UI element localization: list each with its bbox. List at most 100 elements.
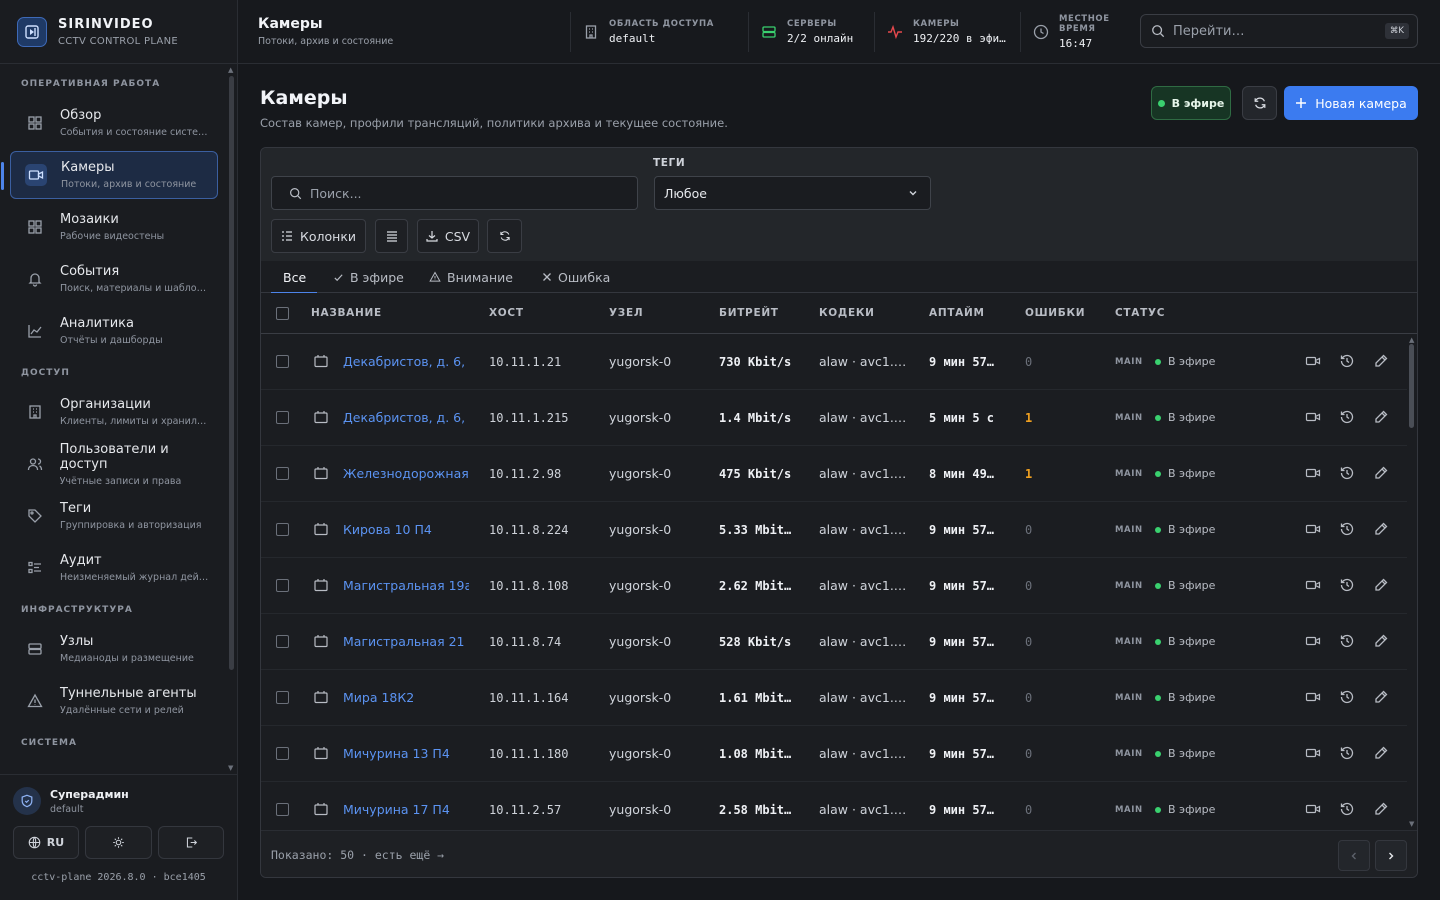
edit-icon[interactable] [1373,409,1391,427]
live-view-icon[interactable] [1305,465,1323,483]
csv-export-button[interactable]: CSV [417,219,479,253]
edit-icon[interactable] [1373,521,1391,539]
row-checkbox[interactable] [276,523,289,536]
column-host[interactable]: ХОСТ [489,293,524,333]
table-scroll-down-arrow[interactable]: ▼ [1409,820,1414,828]
table-row[interactable]: Железнодорожная 3 10.11.2.98 yugorsk-0 475 … [261,446,1407,502]
camera-name-link[interactable]: Мичурина 17 П4 [343,782,469,830]
edit-icon[interactable] [1373,353,1391,371]
sidebar-item-users[interactable]: Пользователи и доступ Учётные записи и пр… [10,440,218,488]
refresh-button[interactable] [1242,86,1277,120]
camera-name-link[interactable]: Мира 18К2 [343,670,469,726]
select-all-checkbox[interactable] [276,307,289,320]
camera-name-link[interactable]: Кирова 10 П4 [343,502,469,558]
archive-history-icon[interactable] [1339,353,1357,371]
prev-page-button[interactable] [1338,840,1370,871]
goto-search[interactable]: Перейти… ⌘K [1140,14,1418,48]
live-view-icon[interactable] [1305,633,1323,651]
live-view-icon[interactable] [1305,353,1323,371]
table-search-input[interactable]: Поиск... [271,176,638,210]
sidebar-item-analytics[interactable]: Аналитика Отчёты и дашборды [10,307,218,355]
camera-name-link[interactable]: Мичурина 13 П4 [343,726,469,782]
tags-select[interactable]: Любое [654,176,931,210]
live-view-icon[interactable] [1305,801,1323,819]
tab-error[interactable]: Ошибка [542,261,610,293]
column-node[interactable]: УЗЕЛ [609,293,643,333]
table-row[interactable]: Магистральная 19а П 10.11.8.108 yugorsk-0 2… [261,558,1407,614]
sidebar-item-audit[interactable]: Аудит Неизменяемый журнал дейс… [10,544,218,592]
density-button[interactable] [375,219,408,253]
scroll-up-arrow[interactable]: ▲ [228,66,233,74]
camera-name-link[interactable]: Декабристов, д. 6, п. [343,390,469,446]
edit-icon[interactable] [1373,745,1391,763]
archive-history-icon[interactable] [1339,745,1357,763]
row-checkbox[interactable] [276,355,289,368]
archive-history-icon[interactable] [1339,801,1357,819]
table-row[interactable]: Мира 18К2 10.11.1.164 yugorsk-0 1.61 Mbit… a… [261,670,1407,726]
sidebar-item-tags[interactable]: Теги Группировка и авторизация [10,492,218,540]
tab-live[interactable]: В эфире [333,261,404,293]
archive-history-icon[interactable] [1339,633,1357,651]
camera-name-link[interactable]: Железнодорожная 3 [343,446,469,502]
row-checkbox[interactable] [276,747,289,760]
archive-history-icon[interactable] [1339,577,1357,595]
row-checkbox[interactable] [276,411,289,424]
column-bitrate[interactable]: БИТРЕЙТ [719,293,779,333]
table-row[interactable]: Декабристов, д. 6, п. 10.11.1.21 yugorsk-0… [261,334,1407,390]
column-name[interactable]: НАЗВАНИЕ [311,293,382,333]
row-checkbox[interactable] [276,803,289,816]
column-status[interactable]: СТАТУС [1115,293,1165,333]
table-scrollbar[interactable] [1409,344,1414,428]
camera-name-link[interactable]: Магистральная 19а П [343,558,469,614]
scroll-down-arrow[interactable]: ▼ [228,764,233,772]
column-uptime[interactable]: АПТАЙМ [929,293,985,333]
camera-name-link[interactable]: Магистральная 21 п [343,614,469,670]
column-codecs[interactable]: КОДЕКИ [819,293,875,333]
tab-all[interactable]: Все [283,261,306,293]
stat-access-scope[interactable]: ОБЛАСТЬ ДОСТУПА default [570,12,748,52]
camera-name-link[interactable]: Декабристов, д. 6, п. [343,334,469,390]
sidebar-item-tunnel-agents[interactable]: Туннельные агенты Удалённые сети и релей [10,677,218,725]
edit-icon[interactable] [1373,801,1391,819]
archive-history-icon[interactable] [1339,521,1357,539]
table-scroll-up-arrow[interactable]: ▲ [1409,336,1414,344]
live-filter-button[interactable]: В эфире [1151,86,1231,120]
live-view-icon[interactable] [1305,745,1323,763]
archive-history-icon[interactable] [1339,409,1357,427]
sidebar-item-overview[interactable]: Обзор События и состояние системы [10,99,218,147]
sidebar-scrollbar[interactable] [229,76,234,670]
row-checkbox[interactable] [276,635,289,648]
columns-button[interactable]: Колонки [271,219,366,253]
next-page-button[interactable] [1375,840,1407,871]
tab-attention[interactable]: Внимание [429,261,513,293]
edit-icon[interactable] [1373,465,1391,483]
table-row[interactable]: Мичурина 13 П4 10.11.1.180 yugorsk-0 1.08 M… [261,726,1407,782]
table-row[interactable]: Кирова 10 П4 10.11.8.224 yugorsk-0 5.33 Mbi… [261,502,1407,558]
archive-history-icon[interactable] [1339,465,1357,483]
table-row[interactable]: Декабристов, д. 6, п. 10.11.1.215 yugorsk-… [261,390,1407,446]
live-view-icon[interactable] [1305,577,1323,595]
stat-cameras[interactable]: КАМЕРЫ 192/220 в эфи… [874,12,1020,52]
sidebar-item-nodes[interactable]: Узлы Медианоды и размещение [10,625,218,673]
edit-icon[interactable] [1373,577,1391,595]
column-errors[interactable]: ОШИБКИ [1025,293,1085,333]
row-checkbox[interactable] [276,579,289,592]
table-row[interactable]: Мичурина 17 П4 10.11.2.57 yugorsk-0 2.58 Mb… [261,782,1407,830]
edit-icon[interactable] [1373,689,1391,707]
row-checkbox[interactable] [276,467,289,480]
live-view-icon[interactable] [1305,521,1323,539]
user-card[interactable]: Суперадмин default [0,775,237,815]
sidebar-item-events[interactable]: События Поиск, материалы и шаблоны [10,255,218,303]
stat-servers[interactable]: СЕРВЕРЫ 2/2 онлайн [748,12,874,52]
sidebar-item-cameras[interactable]: Камеры Потоки, архив и состояние [1,151,218,199]
language-button[interactable]: RU [13,826,79,859]
live-view-icon[interactable] [1305,689,1323,707]
edit-icon[interactable] [1373,633,1391,651]
sidebar-item-organizations[interactable]: Организации Клиенты, лимиты и хранили… [10,388,218,436]
live-view-icon[interactable] [1305,409,1323,427]
sidebar-item-mosaics[interactable]: Мозаики Рабочие видеостены [10,203,218,251]
archive-history-icon[interactable] [1339,689,1357,707]
row-checkbox[interactable] [276,691,289,704]
table-row[interactable]: Магистральная 21 п 10.11.8.74 yugorsk-0 528… [261,614,1407,670]
logout-button[interactable] [158,826,224,859]
